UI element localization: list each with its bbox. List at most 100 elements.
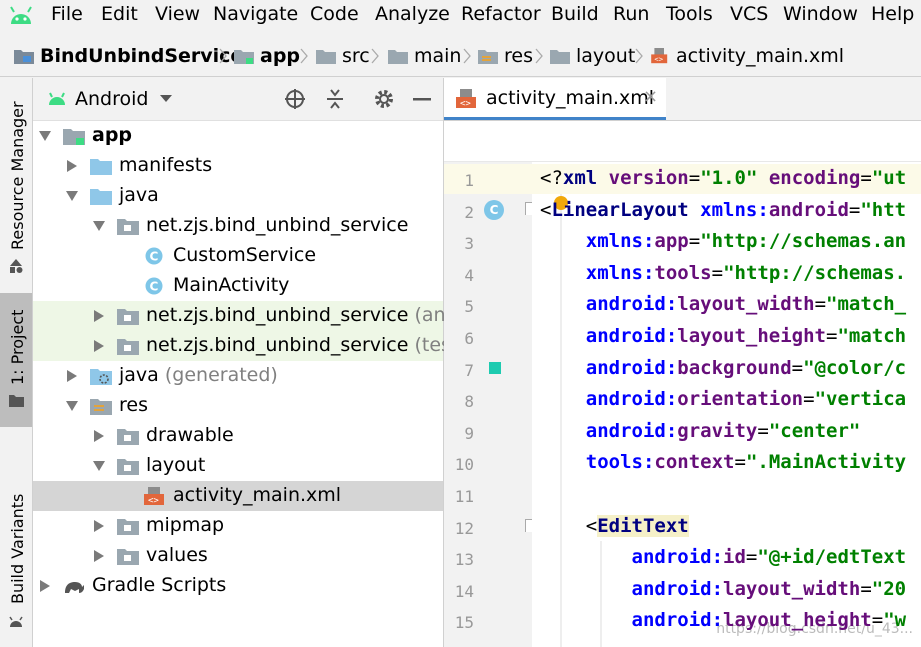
code-token: tools	[654, 261, 712, 284]
tree-item-6[interactable]: net.zjs.bind_unbind_service (andro	[33, 301, 477, 331]
menu-navigate[interactable]: Navigate	[213, 3, 298, 25]
project-panel: Android app manifests java net.zjs.bind_unb…	[33, 78, 477, 647]
code-editor[interactable]: https://blog.csdn.net/u_43... <?xml vers…	[532, 162, 921, 647]
locate-target-icon[interactable]	[284, 88, 306, 110]
code-line: android:orientation="vertica	[540, 388, 906, 410]
tree-item-3[interactable]: net.zjs.bind_unbind_service	[33, 211, 443, 241]
menu-window[interactable]: Window	[783, 3, 858, 25]
menu-edit[interactable]: Edit	[101, 3, 138, 25]
tree-item-14[interactable]: values	[33, 541, 443, 571]
project-view-selector[interactable]: Android	[75, 88, 173, 110]
expanded-arrow-icon[interactable]	[93, 460, 105, 472]
line-number: 15	[454, 613, 474, 633]
line-number: 3	[464, 234, 474, 254]
code-token: xmlns:	[700, 198, 769, 221]
expanded-arrow-icon[interactable]	[66, 190, 78, 202]
menu-file[interactable]: File	[51, 3, 83, 25]
menu-view[interactable]: View	[155, 3, 200, 25]
resource-manager-tab[interactable]: Resource Manager	[0, 78, 32, 293]
code-token: "20	[871, 577, 907, 600]
expanded-arrow-icon[interactable]	[39, 130, 51, 142]
collapsed-arrow-icon[interactable]	[66, 160, 78, 172]
menu-code[interactable]: Code	[310, 3, 359, 25]
breadcrumb-item-2[interactable]: src	[316, 45, 370, 67]
collapsed-arrow-icon[interactable]	[93, 430, 105, 442]
tree-item-12[interactable]: <> activity_main.xml	[33, 481, 443, 511]
tree-item-label: activity_main.xml	[173, 484, 342, 506]
code-token: "vertica	[814, 388, 907, 411]
xml-file-icon: <>	[144, 487, 166, 506]
code-token: xml	[562, 167, 609, 189]
tree-item-9[interactable]: res	[33, 391, 443, 421]
code-token: layout_height	[723, 609, 872, 632]
tree-item-13[interactable]: mipmap	[33, 511, 443, 541]
tree-item-5[interactable]: C MainActivity	[33, 271, 443, 301]
tab-activity-main-xml[interactable]: <> activity_main.xml ×	[444, 78, 666, 120]
breadcrumb-label: app	[260, 45, 301, 67]
code-token: layout_width	[677, 293, 815, 316]
project-tab[interactable]: 1: Project	[0, 293, 32, 427]
svg-text:<>: <>	[460, 99, 471, 109]
code-line: android:id="@+id/edtText	[540, 546, 907, 569]
tree-item-0[interactable]: app	[33, 121, 443, 151]
expanded-arrow-icon[interactable]	[66, 400, 78, 412]
build-variants-tab[interactable]: Build Variants	[0, 488, 32, 647]
line-number: 14	[454, 581, 474, 601]
menu-vcs[interactable]: VCS	[730, 3, 768, 25]
code-token: =	[860, 167, 872, 189]
tree-item-8[interactable]: java (generated)	[33, 361, 443, 391]
menu-tools[interactable]: Tools	[666, 3, 713, 25]
menu-analyze[interactable]: Analyze	[375, 3, 450, 25]
tree-item-label: manifests	[119, 154, 213, 176]
code-token: tools:	[585, 451, 655, 474]
generated-folder-icon	[90, 367, 112, 385]
tree-item-label: java	[119, 364, 159, 386]
close-tab-icon[interactable]: ×	[643, 86, 658, 107]
code-token: "@+id/edtText	[757, 546, 907, 569]
breadcrumb-label: main	[414, 45, 462, 67]
tree-item-4[interactable]: C CustomService	[33, 241, 443, 271]
gear-icon[interactable]	[373, 88, 395, 110]
collapsed-arrow-icon[interactable]	[66, 370, 78, 382]
project-tab-label: 1: Project	[8, 309, 27, 385]
code-line: android:layout_width="20	[540, 577, 907, 600]
collapsed-arrow-icon[interactable]	[39, 580, 51, 592]
collapse-all-icon[interactable]	[325, 88, 345, 110]
tree-item-11[interactable]: layout	[33, 451, 443, 481]
folder-icon	[90, 187, 112, 205]
color-swatch-icon[interactable]	[489, 362, 501, 374]
breadcrumb-item-5[interactable]: layout	[550, 45, 635, 67]
menu-help[interactable]: Help	[871, 3, 914, 25]
folder-icon	[316, 50, 336, 64]
breadcrumb-item-6[interactable]: <> activity_main.xml	[650, 45, 844, 67]
tree-item-15[interactable]: Gradle Scripts	[33, 571, 443, 601]
breadcrumb-item-0[interactable]: BindUnbindService	[14, 45, 243, 67]
folder-icon	[550, 50, 570, 64]
collapsed-arrow-icon[interactable]	[93, 550, 105, 562]
breadcrumb-item-1[interactable]: app	[234, 45, 300, 67]
code-token: android:	[631, 609, 724, 632]
minimize-icon[interactable]	[413, 98, 431, 101]
code-token: "match	[837, 325, 907, 347]
collapsed-arrow-icon[interactable]	[93, 310, 105, 322]
tree-item-1[interactable]: manifests	[33, 151, 443, 181]
expanded-arrow-icon[interactable]	[93, 220, 105, 232]
code-token: <?	[540, 167, 563, 189]
tree-item-2[interactable]: java	[33, 181, 443, 211]
tree-item-label: drawable	[146, 424, 234, 446]
menu-build[interactable]: Build	[551, 3, 599, 25]
related-class-icon[interactable]: C	[484, 200, 504, 220]
tree-item-10[interactable]: drawable	[33, 421, 443, 451]
chevron-down-icon	[160, 95, 173, 102]
breadcrumb-item-4[interactable]: res	[478, 45, 533, 67]
code-token: "http://schemas.	[723, 261, 907, 284]
collapsed-arrow-icon[interactable]	[93, 340, 105, 352]
menu-run[interactable]: Run	[613, 3, 649, 25]
breadcrumb-item-3[interactable]: main	[388, 45, 461, 67]
menu-refactor[interactable]: Refactor	[461, 3, 541, 25]
collapsed-arrow-icon[interactable]	[93, 520, 105, 532]
tree-item-7[interactable]: net.zjs.bind_unbind_service (test)	[33, 331, 466, 361]
